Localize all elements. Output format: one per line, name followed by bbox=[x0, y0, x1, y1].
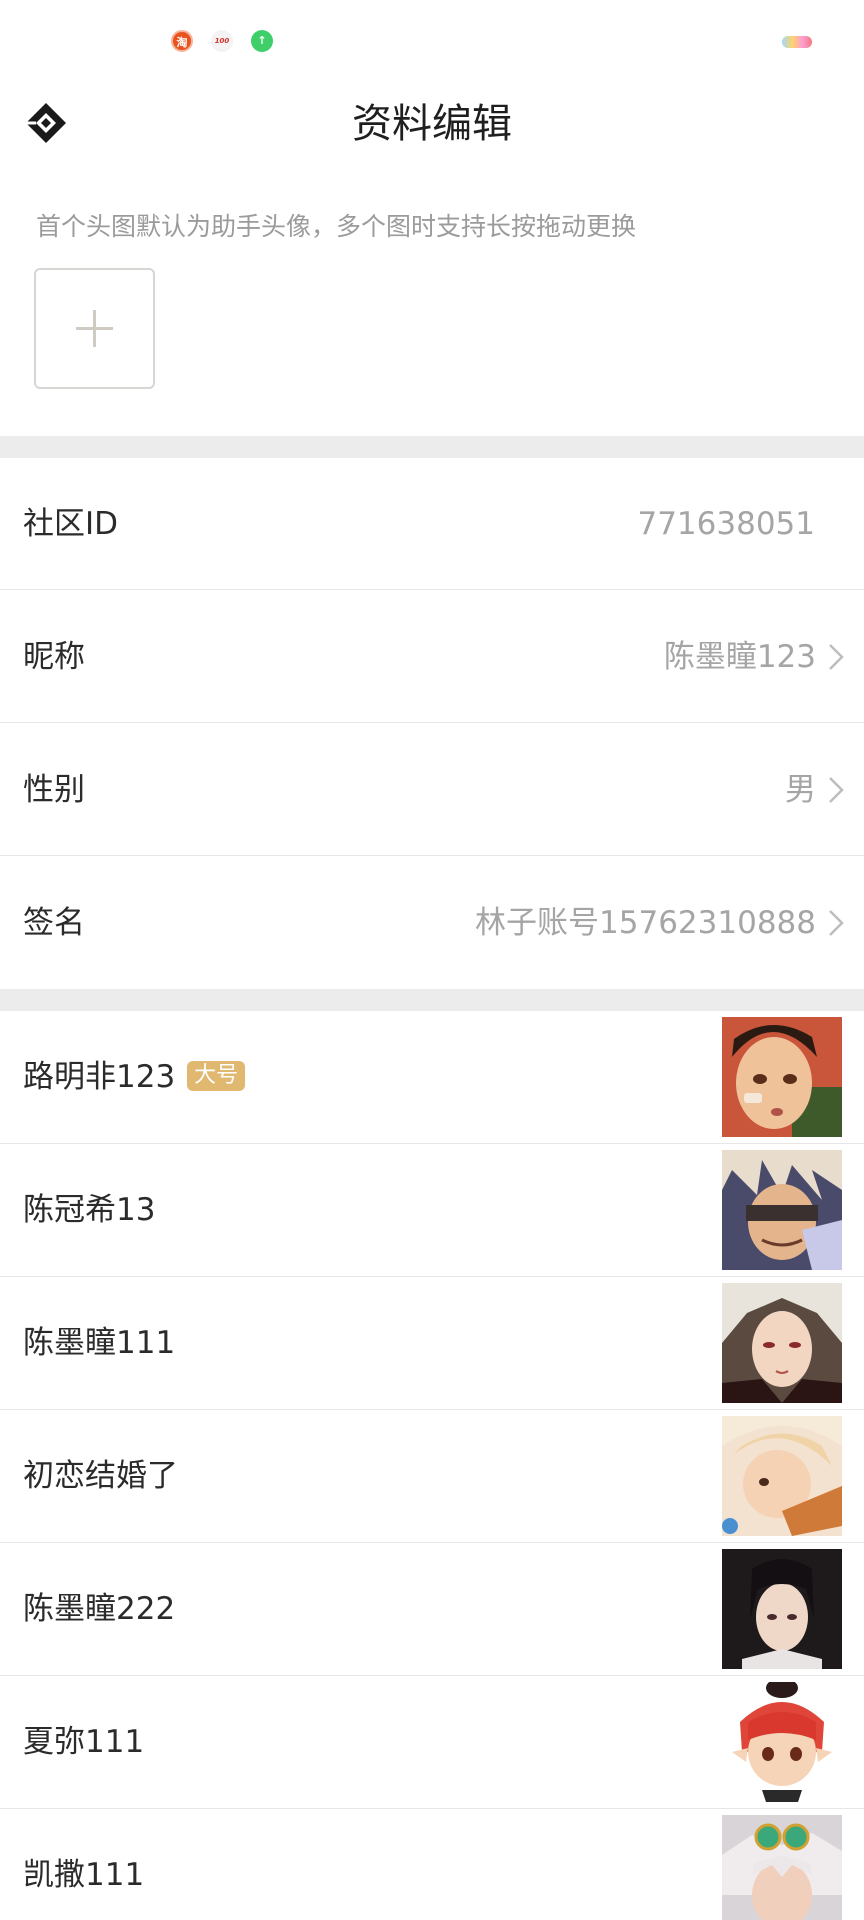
account-row[interactable]: 陈墨瞳222 bbox=[0, 1543, 864, 1676]
account-avatar bbox=[722, 1549, 842, 1669]
account-name: 陈冠希13 bbox=[23, 1192, 156, 1228]
taobao-icon: 淘 bbox=[171, 30, 193, 52]
nickname-row[interactable]: 昵称 陈墨瞳123 bbox=[0, 591, 864, 723]
account-avatar bbox=[722, 1815, 842, 1920]
community-id-row: 社区ID 771638051 bbox=[0, 458, 864, 590]
app-100-icon: 100 bbox=[211, 30, 233, 52]
nickname-value: 陈墨瞳123 bbox=[663, 639, 816, 675]
chevron-right-icon bbox=[829, 777, 844, 803]
plus-icon bbox=[76, 310, 113, 347]
account-avatar bbox=[722, 1682, 842, 1802]
account-row[interactable]: 陈墨瞳111 bbox=[0, 1277, 864, 1410]
account-name: 路明非123 大号 bbox=[23, 1011, 246, 1144]
community-id-value: 771638051 bbox=[637, 506, 815, 542]
account-row[interactable]: 路明非123 大号 bbox=[0, 1011, 864, 1144]
battery-icon bbox=[782, 36, 812, 48]
signature-row[interactable]: 签名 林子账号15762310888 bbox=[0, 857, 864, 989]
account-avatar bbox=[722, 1283, 842, 1403]
status-bar: 淘 100 ↑ bbox=[0, 0, 864, 84]
account-name: 初恋结婚了 bbox=[23, 1458, 178, 1494]
upload-icon: ↑ bbox=[251, 30, 273, 52]
account-name: 夏弥111 bbox=[23, 1724, 145, 1760]
nickname-label: 昵称 bbox=[23, 639, 85, 675]
section-divider bbox=[0, 436, 864, 458]
community-id-label: 社区ID bbox=[23, 506, 119, 542]
account-row[interactable]: 凯撒111 bbox=[0, 1809, 864, 1920]
signature-value: 林子账号15762310888 bbox=[475, 905, 816, 941]
header: 资料编辑 bbox=[0, 84, 864, 166]
account-avatar bbox=[722, 1416, 842, 1536]
gender-value: 男 bbox=[785, 772, 816, 808]
main-account-badge: 大号 bbox=[187, 1060, 246, 1091]
page-title: 资料编辑 bbox=[352, 101, 512, 147]
account-avatar bbox=[722, 1150, 842, 1270]
signature-label: 签名 bbox=[23, 905, 85, 941]
account-avatar bbox=[722, 1017, 842, 1137]
account-name: 陈墨瞳222 bbox=[23, 1591, 176, 1627]
account-row[interactable]: 夏弥111 bbox=[0, 1676, 864, 1809]
chevron-right-icon bbox=[829, 644, 844, 670]
section-divider bbox=[0, 989, 864, 1011]
account-row[interactable]: 初恋结婚了 bbox=[0, 1410, 864, 1543]
account-name: 陈墨瞳111 bbox=[23, 1325, 176, 1361]
gender-row[interactable]: 性别 男 bbox=[0, 724, 864, 856]
gender-label: 性别 bbox=[23, 772, 85, 808]
account-name: 凯撒111 bbox=[23, 1857, 145, 1893]
chevron-right-icon bbox=[829, 910, 844, 936]
add-photo-button[interactable] bbox=[34, 268, 155, 389]
avatar-hint: 首个头图默认为助手头像，多个图时支持长按拖动更换 bbox=[36, 212, 637, 241]
account-row[interactable]: 陈冠希13 bbox=[0, 1144, 864, 1277]
